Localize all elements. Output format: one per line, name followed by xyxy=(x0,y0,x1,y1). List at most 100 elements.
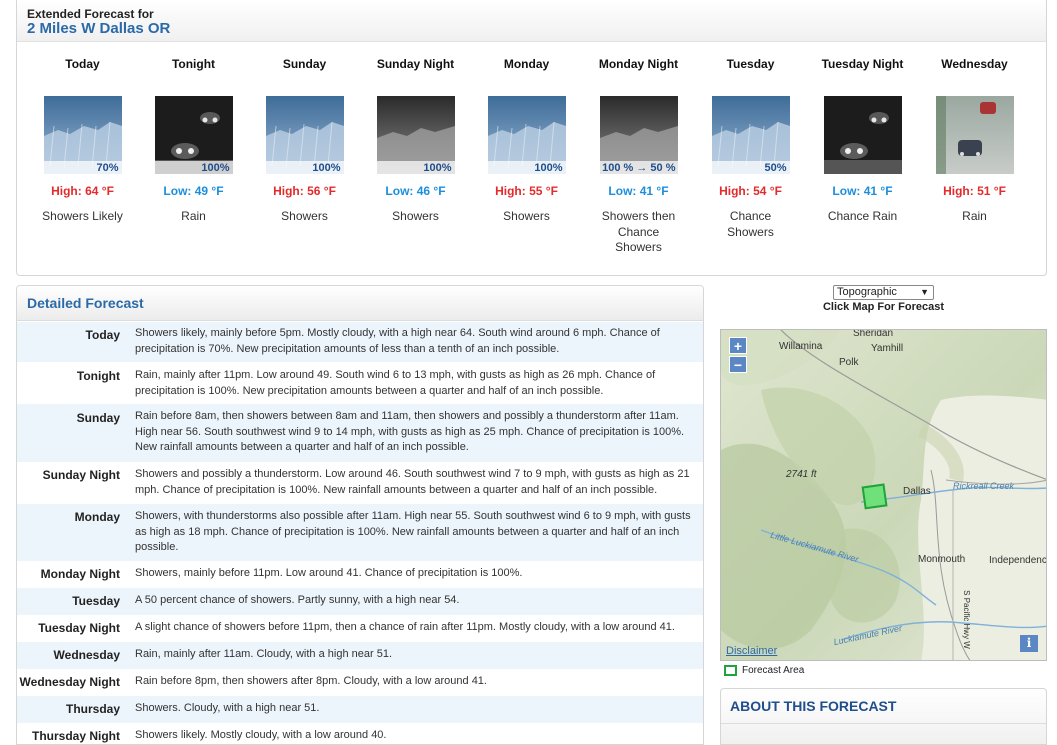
forecast-period-sunday[interactable]: Sunday 100% High: 56 °F Showers xyxy=(249,42,360,225)
topographic-map-background xyxy=(721,330,1046,660)
map-click-label: Click Map For Forecast xyxy=(822,301,945,313)
forecast-row: Tonight Rain, mainly after 11pm. Low aro… xyxy=(17,362,703,404)
forecast-period-monday-night[interactable]: Monday Night 100 % → 50 % Low: 41 °F Sho… xyxy=(583,42,694,256)
detailed-forecast-panel: Detailed Forecast Today Showers likely, … xyxy=(16,285,704,745)
extended-forecast-header: Extended Forecast for 2 Miles W Dallas O… xyxy=(17,0,1046,42)
row-label: Tuesday xyxy=(72,594,120,608)
short-forecast: Chance Showers xyxy=(727,209,774,239)
forecast-period-sunday-night[interactable]: Sunday Night 100% Low: 46 °F Showers xyxy=(360,42,471,225)
short-forecast: Showers xyxy=(281,209,328,223)
period-name: Sunday xyxy=(282,57,327,71)
row-text: Rain, mainly after 11am. Cloudy, with a … xyxy=(135,648,393,660)
temperature: High: 55 °F xyxy=(495,184,558,198)
forecast-period-tuesday-night[interactable]: Tuesday Night Low: 41 °F Chance Rain xyxy=(807,42,918,225)
short-forecast: Rain xyxy=(181,209,206,223)
forecast-period-monday[interactable]: Monday 100% High: 55 °F Showers xyxy=(471,42,582,225)
extended-forecast-label: Extended Forecast for xyxy=(27,7,154,21)
about-forecast-panel: ABOUT THIS FORECAST xyxy=(720,688,1047,745)
period-name: Tonight xyxy=(171,57,216,71)
disclaimer-link[interactable]: Disclaimer xyxy=(726,645,777,657)
row-text: Rain before 8am, then showers between 8a… xyxy=(135,410,685,453)
row-text: Rain before 8pm, then showers after 8pm.… xyxy=(135,675,487,687)
row-text: Rain, mainly after 11pm. Low around 49. … xyxy=(135,369,656,397)
precip-chance: 70% xyxy=(96,162,119,174)
forecast-row: Wednesday Night Rain before 8pm, then sh… xyxy=(17,669,703,696)
night-rain-icon xyxy=(823,96,902,174)
forecast-area-marker xyxy=(861,483,888,510)
map-type-select[interactable]: Topographic ▼ xyxy=(833,285,934,300)
info-button[interactable]: i xyxy=(1020,635,1038,652)
row-text: Showers likely. Mostly cloudy, with a lo… xyxy=(135,729,387,741)
row-label: Tuesday Night xyxy=(38,621,120,635)
short-forecast: Showers Likely xyxy=(42,209,123,223)
row-text: Showers. Cloudy, with a high near 51. xyxy=(135,702,320,714)
zoom-out-button[interactable]: − xyxy=(729,356,747,373)
short-forecast: Chance Rain xyxy=(827,209,898,223)
row-label: Thursday Night xyxy=(31,729,120,743)
forecast-row: Thursday Showers. Cloudy, with a high ne… xyxy=(17,696,703,723)
precip-chance: 100 % → 50 % xyxy=(602,162,676,174)
legend-label: Forecast Area xyxy=(742,665,805,676)
temperature: Low: 41 °F xyxy=(832,184,893,198)
map-type-value: Topographic xyxy=(837,286,897,298)
map-label-willamina: Willamina xyxy=(779,341,823,352)
period-name: Monday xyxy=(503,57,550,71)
showers-icon: 100% xyxy=(265,96,344,174)
row-text: A slight chance of showers before 11pm, … xyxy=(135,621,675,633)
forecast-period-wednesday[interactable]: Wednesday High: 51 °F Rain xyxy=(919,42,1030,225)
map-label-polk: Polk xyxy=(839,357,859,368)
forecast-location: 2 Miles W Dallas OR xyxy=(27,20,171,37)
temperature: High: 51 °F xyxy=(943,184,1006,198)
short-forecast: Showers xyxy=(392,209,439,223)
row-label: Wednesday Night xyxy=(19,675,120,689)
showers-icon: 100% xyxy=(487,96,566,174)
map-label-monmouth: Monmouth xyxy=(918,554,966,565)
row-text: A 50 percent chance of showers. Partly s… xyxy=(135,594,460,606)
temperature: High: 56 °F xyxy=(273,184,336,198)
short-forecast: Showers then Chance Showers xyxy=(601,209,676,254)
forecast-row: Today Showers likely, mainly before 5pm.… xyxy=(17,322,703,362)
divider xyxy=(721,723,1046,724)
row-label: Monday xyxy=(74,510,120,524)
precip-chance: 50% xyxy=(764,162,787,174)
temperature: Low: 41 °F xyxy=(608,184,669,198)
map-label-yamhill: Yamhill xyxy=(871,343,904,354)
forecast-row: Monday Night Showers, mainly before 11pm… xyxy=(17,561,703,588)
row-label: Monday Night xyxy=(40,567,120,581)
period-name: Monday Night xyxy=(598,57,679,71)
precip-chance: 100% xyxy=(423,162,452,174)
forecast-row: Sunday Rain before 8am, then showers bet… xyxy=(17,404,703,462)
map-label-independence: Independence xyxy=(989,555,1047,566)
detailed-forecast-title: Detailed Forecast xyxy=(27,295,144,311)
forecast-period-tonight[interactable]: Tonight 100% Low: 49 °F Rain xyxy=(138,42,249,225)
forecast-area-swatch xyxy=(724,665,737,676)
forecast-row: Thursday Night Showers likely. Mostly cl… xyxy=(17,723,703,744)
temperature: High: 54 °F xyxy=(719,184,782,198)
forecast-period-tuesday[interactable]: Tuesday 50% High: 54 °F Chance Showers xyxy=(695,42,806,240)
period-name: Tuesday Night xyxy=(821,57,904,71)
row-text: Showers, mainly before 11pm. Low around … xyxy=(135,567,523,579)
night-showers-icon: 100 % → 50 % xyxy=(599,96,678,174)
row-label: Today xyxy=(85,328,120,342)
showers-icon: 70% xyxy=(43,96,122,174)
row-label: Thursday xyxy=(65,702,120,716)
temperature: Low: 46 °F xyxy=(385,184,446,198)
zoom-in-button[interactable]: + xyxy=(729,337,747,354)
precip-chance: 100% xyxy=(534,162,563,174)
row-label: Tonight xyxy=(76,369,120,383)
row-label: Wednesday xyxy=(53,648,120,662)
row-label: Sunday Night xyxy=(42,468,120,482)
temperature: Low: 49 °F xyxy=(163,184,224,198)
forecast-map[interactable]: + − Sheridan Willamina Yamhill Polk 2741… xyxy=(720,329,1047,661)
period-name: Today xyxy=(65,57,100,71)
chevron-down-icon: ▼ xyxy=(920,287,929,297)
extended-forecast-panel: Extended Forecast for 2 Miles W Dallas O… xyxy=(16,0,1047,276)
forecast-row: Tuesday A 50 percent chance of showers. … xyxy=(17,588,703,615)
map-label-dallas: Dallas xyxy=(903,486,931,497)
forecast-period-today[interactable]: Today 70% High: 64 °F Showers Likely xyxy=(27,42,138,225)
forecast-row: Tuesday Night A slight chance of showers… xyxy=(17,615,703,642)
detailed-forecast-header: Detailed Forecast xyxy=(17,286,703,321)
map-label-elevation: 2741 ft xyxy=(786,469,817,480)
about-forecast-title: ABOUT THIS FORECAST xyxy=(730,698,897,714)
night-showers-icon: 100% xyxy=(376,96,455,174)
